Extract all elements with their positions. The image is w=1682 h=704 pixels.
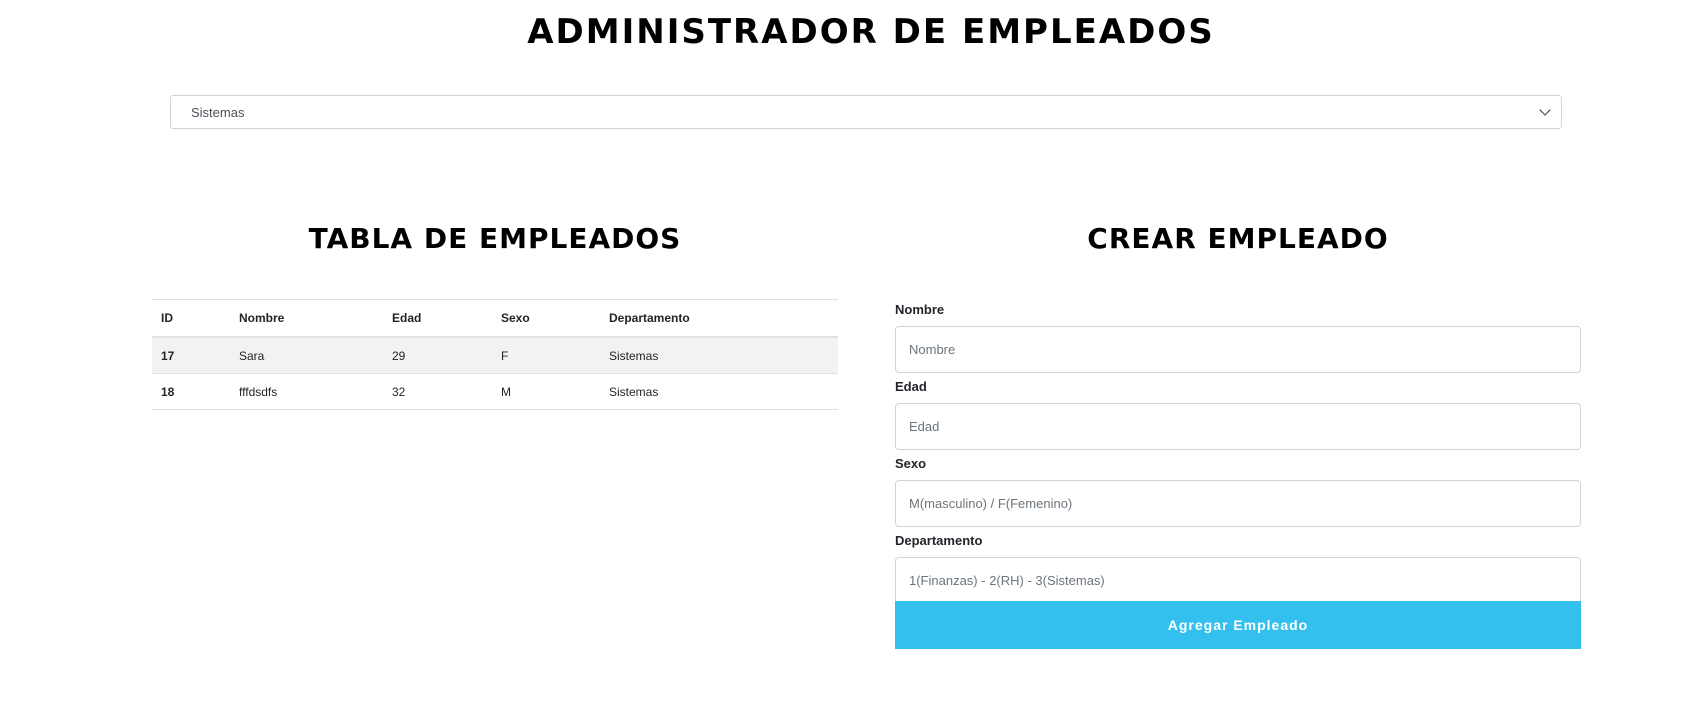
department-select[interactable]: Sistemas [170, 95, 1562, 129]
departamento-input[interactable] [895, 557, 1581, 603]
cell-sexo: M [492, 373, 600, 410]
nombre-label: Nombre [895, 302, 945, 317]
departamento-label: Departamento [895, 533, 983, 548]
page: ADMINISTRADOR DE EMPLEADOS Sistemas TABL… [0, 0, 1682, 704]
cell-id: 17 [152, 337, 230, 374]
cell-id: 18 [152, 373, 230, 410]
chevron-down-icon [1539, 104, 1551, 116]
column-header-departamento: Departamento [600, 299, 838, 338]
sexo-input[interactable] [895, 480, 1581, 527]
table-header-row: ID Nombre Edad Sexo Departamento [152, 299, 838, 338]
edad-input[interactable] [895, 403, 1581, 450]
edad-label: Edad [895, 379, 927, 394]
nombre-input[interactable] [895, 326, 1581, 373]
cell-nombre: Sara [230, 337, 383, 374]
add-employee-button[interactable]: Agregar Empleado [895, 601, 1581, 649]
cell-edad: 29 [383, 337, 492, 374]
column-header-sexo: Sexo [492, 299, 600, 338]
create-employee-form: Nombre Edad Sexo Departamento Agregar Em… [895, 300, 1581, 649]
column-header-nombre: Nombre [230, 299, 383, 338]
sexo-label: Sexo [895, 456, 927, 471]
page-title: ADMINISTRADOR DE EMPLEADOS [527, 12, 1215, 52]
cell-sexo: F [492, 337, 600, 374]
employees-table: ID Nombre Edad Sexo Departamento 17 Sara… [152, 299, 838, 410]
table-row[interactable]: 18 fffdsdfs 32 M Sistemas [152, 373, 838, 410]
column-header-edad: Edad [383, 299, 492, 338]
table-section-title: TABLA DE EMPLEADOS [308, 222, 682, 255]
cell-departamento: Sistemas [600, 337, 838, 374]
table-row[interactable]: 17 Sara 29 F Sistemas [152, 337, 838, 374]
form-section-title: CREAR EMPLEADO [1087, 222, 1389, 255]
cell-nombre: fffdsdfs [230, 373, 383, 410]
column-header-id: ID [152, 299, 230, 338]
cell-departamento: Sistemas [600, 373, 838, 410]
cell-edad: 32 [383, 373, 492, 410]
department-select-value: Sistemas [191, 104, 245, 120]
